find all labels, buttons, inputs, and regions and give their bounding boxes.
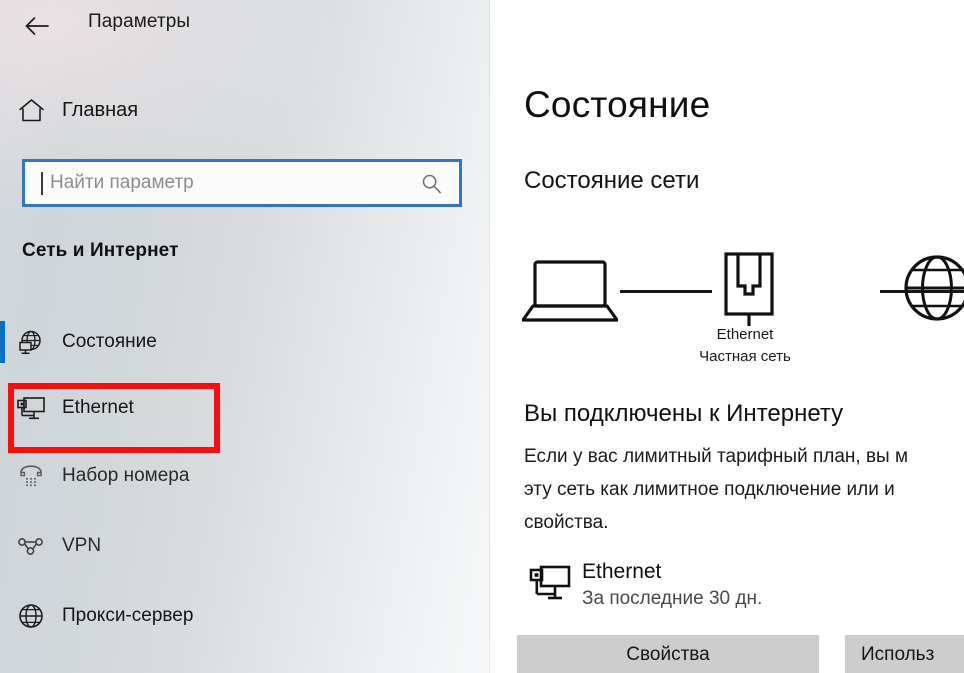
sidebar-item-dialup[interactable]: Набор номера xyxy=(0,450,460,502)
connected-description: Если у вас лимитный тарифный план, вы м … xyxy=(524,446,909,533)
data-usage-button[interactable]: Использ xyxy=(845,635,964,673)
content-panel: Состояние Состояние сети Ethernet Частна… xyxy=(490,0,964,673)
sidebar: Параметры Главная Найти параметр Сеть и … xyxy=(0,0,490,673)
search-input[interactable]: Найти параметр xyxy=(22,159,462,207)
settings-window: Параметры Главная Найти параметр Сеть и … xyxy=(0,0,964,673)
sidebar-item-label: Прокси-сервер xyxy=(62,605,194,626)
dialup-phone-icon xyxy=(0,464,62,488)
sidebar-item-label: Ethernet xyxy=(62,397,134,418)
search-placeholder: Найти параметр xyxy=(50,172,194,193)
globe-icon xyxy=(902,253,964,328)
sidebar-item-label: VPN xyxy=(62,535,102,556)
ethernet-status-period: За последние 30 дн. xyxy=(582,588,763,609)
diagram-link-left xyxy=(620,290,712,293)
sidebar-item-label: Набор номера xyxy=(62,465,190,486)
ethernet-adapter-icon xyxy=(718,250,780,333)
sidebar-item-status[interactable]: Состояние xyxy=(0,316,460,368)
network-diagram: Ethernet Частная сеть xyxy=(490,248,964,378)
sidebar-section-header: Сеть и Интернет xyxy=(22,240,179,261)
desktop-network-icon xyxy=(518,558,582,602)
ethernet-status-block: Ethernet За последние 30 дн. xyxy=(518,558,762,613)
sidebar-item-vpn[interactable]: VPN xyxy=(0,520,460,572)
sidebar-nav: Состояние Ethernet Набор номера VPN Прок… xyxy=(0,316,460,642)
back-arrow-icon[interactable] xyxy=(16,8,58,44)
sidebar-item-label: Состояние xyxy=(62,331,157,352)
home-icon xyxy=(0,98,62,123)
network-status-heading: Состояние сети xyxy=(524,167,700,194)
diagram-adapter-label: Ethernet xyxy=(716,326,774,343)
content-page-title: Состояние xyxy=(524,84,711,125)
network-status-icon xyxy=(0,329,62,356)
vpn-icon xyxy=(0,535,62,557)
globe-icon xyxy=(0,603,62,629)
ethernet-status-name: Ethernet xyxy=(582,560,662,583)
search-icon[interactable] xyxy=(421,173,442,194)
diagram-adapter-sublabel: Частная сеть xyxy=(699,348,791,365)
sidebar-item-home[interactable]: Главная xyxy=(0,87,460,133)
text-caret xyxy=(41,171,43,195)
sidebar-item-ethernet[interactable]: Ethernet xyxy=(0,382,460,434)
properties-button[interactable]: Свойства xyxy=(517,635,819,673)
selection-indicator xyxy=(0,321,5,363)
page-title: Параметры xyxy=(88,11,191,32)
sidebar-item-label: Главная xyxy=(62,98,139,121)
ethernet-icon xyxy=(0,395,62,421)
connected-heading: Вы подключены к Интернету xyxy=(524,400,844,427)
title-bar: Параметры xyxy=(0,0,490,52)
laptop-icon xyxy=(521,258,619,329)
sidebar-item-proxy[interactable]: Прокси-сервер xyxy=(0,590,460,642)
